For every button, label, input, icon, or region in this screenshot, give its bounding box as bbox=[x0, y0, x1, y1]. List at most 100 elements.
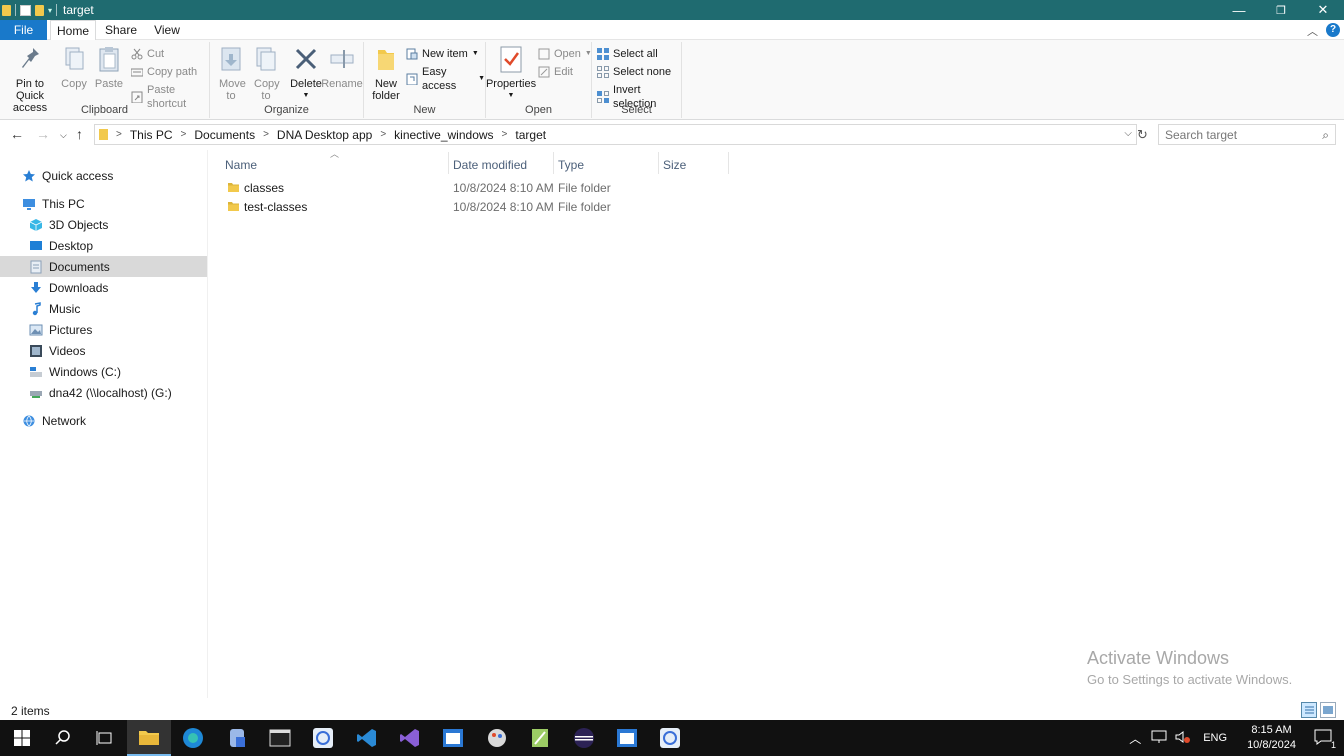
select-all-button[interactable]: Select all bbox=[597, 47, 658, 61]
collapse-ribbon-icon[interactable]: ︿ bbox=[1307, 23, 1318, 39]
new-folder-button[interactable]: New folder bbox=[370, 44, 402, 102]
properties-quick-icon[interactable] bbox=[20, 4, 31, 16]
delete-dropdown-icon[interactable]: ▼ bbox=[303, 90, 310, 102]
breadcrumb-target[interactable]: target bbox=[515, 128, 546, 142]
nav-item-label: Downloads bbox=[49, 280, 109, 295]
folder-icon bbox=[228, 202, 239, 211]
new-item-button[interactable]: New item ▼ bbox=[406, 47, 479, 61]
nav-quick-access[interactable]: Quick access bbox=[0, 165, 207, 186]
nav-item-desktop[interactable]: Desktop bbox=[0, 235, 207, 256]
nav-item-windows-c[interactable]: Windows (C:) bbox=[0, 361, 207, 382]
nav-item-videos[interactable]: Videos bbox=[0, 340, 207, 361]
large-icons-view-icon[interactable] bbox=[1320, 702, 1336, 718]
restore-button[interactable]: ❐ bbox=[1260, 0, 1302, 20]
breadcrumb-kinective-windows[interactable]: kinective_windows bbox=[394, 128, 493, 142]
input-language[interactable]: ENG bbox=[1203, 732, 1227, 744]
nav-item-pictures[interactable]: Pictures bbox=[0, 319, 207, 340]
file-explorer-taskbar-icon[interactable] bbox=[127, 720, 171, 756]
tab-file[interactable]: File bbox=[0, 20, 47, 40]
column-divider[interactable] bbox=[553, 152, 554, 174]
tab-view[interactable]: View bbox=[146, 20, 188, 40]
column-divider[interactable] bbox=[658, 152, 659, 174]
file-row[interactable]: test-classes 10/8/2024 8:10 AM File folder bbox=[219, 198, 719, 217]
column-header-name[interactable]: Name bbox=[225, 154, 445, 176]
terminal-taskbar-icon[interactable] bbox=[258, 720, 302, 756]
minimize-button[interactable]: — bbox=[1218, 0, 1260, 20]
app-taskbar-icon[interactable] bbox=[215, 720, 259, 756]
help-icon[interactable]: ? bbox=[1326, 23, 1340, 37]
properties-dropdown-icon[interactable]: ▼ bbox=[508, 90, 515, 102]
nav-item-documents[interactable]: Documents bbox=[0, 256, 207, 277]
details-view-icon[interactable] bbox=[1301, 702, 1317, 718]
nav-item-downloads[interactable]: Downloads bbox=[0, 277, 207, 298]
new-folder-quick-icon[interactable] bbox=[35, 4, 44, 16]
edge-taskbar-icon[interactable] bbox=[171, 720, 215, 756]
column-divider[interactable] bbox=[448, 152, 449, 174]
remote-app-taskbar-icon[interactable] bbox=[301, 720, 345, 756]
breadcrumb-separator[interactable]: > bbox=[181, 129, 187, 140]
breadcrumb-this-pc[interactable]: This PC bbox=[130, 128, 173, 142]
breadcrumb-separator[interactable]: > bbox=[263, 129, 269, 140]
column-header-size[interactable]: Size bbox=[663, 154, 728, 176]
nav-network[interactable]: Network bbox=[0, 410, 207, 431]
edit-button[interactable]: Edit bbox=[538, 65, 573, 79]
breadcrumb-dna-desktop-app[interactable]: DNA Desktop app bbox=[277, 128, 372, 142]
column-header-type[interactable]: Type bbox=[558, 154, 658, 176]
open-button[interactable]: Open ▼ bbox=[538, 47, 592, 61]
tab-share[interactable]: Share bbox=[100, 20, 142, 40]
address-dropdown-icon[interactable]: ⌵ bbox=[1124, 128, 1132, 139]
copy-path-button[interactable]: Copy path bbox=[130, 65, 197, 79]
delete-button[interactable]: Delete ▼ bbox=[290, 44, 322, 102]
file-row[interactable]: classes 10/8/2024 8:10 AM File folder bbox=[219, 179, 719, 198]
rename-button[interactable]: Rename bbox=[321, 44, 363, 90]
search-input[interactable] bbox=[1165, 127, 1315, 142]
nav-item-music[interactable]: Music bbox=[0, 298, 207, 319]
copy-button[interactable]: Copy bbox=[60, 44, 88, 90]
nav-item-3d-objects[interactable]: 3D Objects bbox=[0, 214, 207, 235]
move-to-button[interactable]: Move to bbox=[216, 44, 246, 102]
search-taskbar-button[interactable] bbox=[41, 720, 85, 756]
paste-button[interactable]: Paste bbox=[94, 44, 124, 90]
start-button[interactable] bbox=[0, 720, 44, 756]
nav-item-dna42-localhost-g[interactable]: dna42 (\\localhost) (G:) bbox=[0, 382, 207, 403]
column-divider[interactable] bbox=[728, 152, 729, 174]
notifications-button[interactable]: 1 bbox=[1314, 729, 1336, 750]
column-header-date-modified[interactable]: Date modified bbox=[453, 154, 553, 176]
easy-access-button[interactable]: Easy access ▼ bbox=[406, 65, 485, 93]
remote-app-2-taskbar-icon[interactable] bbox=[648, 720, 692, 756]
vscode-taskbar-icon[interactable] bbox=[345, 720, 389, 756]
search-icon[interactable]: ⌕ bbox=[1322, 128, 1329, 143]
back-arrow-icon[interactable]: ← bbox=[10, 126, 24, 142]
breadcrumb-documents[interactable]: Documents bbox=[194, 128, 255, 142]
window-app-taskbar-icon[interactable] bbox=[431, 720, 475, 756]
visual-studio-taskbar-icon[interactable] bbox=[388, 720, 432, 756]
copy-to-button[interactable]: Copy to bbox=[252, 44, 280, 102]
clock[interactable]: 8:15 AM 10/8/2024 bbox=[1247, 723, 1296, 753]
breadcrumb-separator[interactable]: > bbox=[116, 129, 122, 140]
show-hidden-icons-icon[interactable]: ︿ bbox=[1129, 730, 1141, 747]
notepad-plus-taskbar-icon[interactable] bbox=[518, 720, 562, 756]
window-app-2-taskbar-icon[interactable] bbox=[605, 720, 649, 756]
refresh-icon[interactable]: ↻ bbox=[1137, 127, 1148, 143]
tab-home[interactable]: Home bbox=[50, 20, 96, 40]
move-to-icon bbox=[218, 44, 244, 74]
task-view-button[interactable] bbox=[83, 720, 127, 756]
ribbon-tabs: File Home Share View ︿ ? bbox=[0, 20, 1344, 40]
paint-app-taskbar-icon[interactable] bbox=[475, 720, 519, 756]
breadcrumb-separator[interactable]: > bbox=[502, 129, 508, 140]
address-bar[interactable]: > This PC > Documents > DNA Desktop app … bbox=[94, 124, 1137, 145]
breadcrumb-separator[interactable]: > bbox=[380, 129, 386, 140]
forward-arrow-icon[interactable]: → bbox=[36, 126, 50, 142]
close-button[interactable]: ✕ bbox=[1302, 0, 1344, 20]
customize-toolbar-icon[interactable]: ▾ bbox=[48, 6, 52, 15]
properties-button[interactable]: Properties ▼ bbox=[486, 44, 536, 102]
file-type: File folder bbox=[558, 200, 611, 214]
recent-locations-chevron-icon[interactable]: ⌵ bbox=[60, 130, 67, 141]
up-arrow-icon[interactable]: ↑ bbox=[76, 126, 83, 142]
select-none-button[interactable]: Select none bbox=[597, 65, 671, 79]
cut-button[interactable]: Cut bbox=[131, 47, 164, 61]
eclipse-taskbar-icon[interactable] bbox=[562, 720, 606, 756]
network-status-icon[interactable] bbox=[1151, 730, 1167, 747]
volume-muted-icon[interactable] bbox=[1175, 730, 1191, 747]
nav-this-pc[interactable]: This PC bbox=[0, 193, 207, 214]
